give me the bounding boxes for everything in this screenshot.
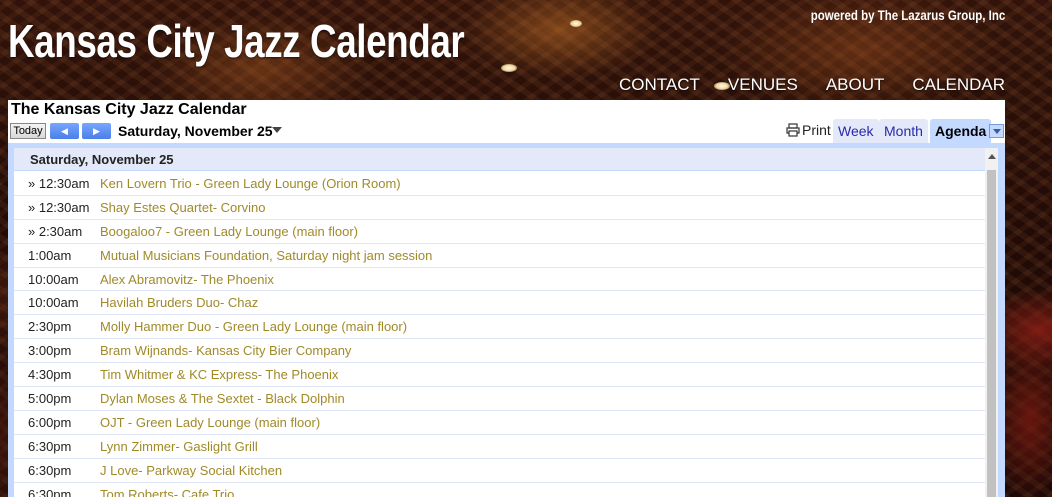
event-time: 5:00pm <box>28 391 72 407</box>
event-time: 4:30pm <box>28 367 72 383</box>
event-time: 3:00pm <box>28 343 72 359</box>
agenda-event-row[interactable]: 6:30pm Tom Roberts- Cafe Trio <box>14 483 990 497</box>
agenda-event-row[interactable]: 6:00pm OJT - Green Lady Lounge (main floo… <box>14 411 990 435</box>
agenda-event-row[interactable]: 1:00am Mutual Musicians Foundation, Satur… <box>14 244 990 268</box>
agenda-event-row[interactable]: 10:00am Alex Abramovitz- The Phoenix <box>14 268 990 292</box>
event-time: 1:00am <box>28 247 72 263</box>
agenda-frame: Saturday, November 25 » 12:30am Ken Lover… <box>8 143 1005 497</box>
ceiling-light <box>570 20 582 27</box>
agenda-day-header: Saturday, November 25 <box>14 148 990 171</box>
event-time: 10:00am <box>28 271 79 287</box>
event-title-link[interactable]: Ken Lovern Trio - Green Lady Lounge (Ori… <box>100 176 401 191</box>
event-title-link[interactable]: Shay Estes Quartet- Corvino <box>100 200 265 215</box>
prev-period-button[interactable]: ◀ <box>50 123 79 139</box>
agenda-event-row[interactable]: 10:00am Havilah Bruders Duo- Chaz <box>14 291 990 316</box>
date-picker-dropdown-icon[interactable] <box>272 127 282 133</box>
event-title-link[interactable]: J Love- Parkway Social Kitchen <box>100 463 282 478</box>
current-date-label[interactable]: Saturday, November 25 <box>118 123 273 139</box>
powered-by-text[interactable]: powered by The Lazarus Group, Inc <box>810 7 1005 23</box>
agenda-event-row[interactable]: 3:00pm Bram Wijnands- Kansas City Bier Co… <box>14 339 990 364</box>
print-button[interactable]: Print <box>786 122 831 138</box>
agenda-event-row[interactable]: 2:30pm Molly Hammer Duo - Green Lady Loun… <box>14 315 990 340</box>
calendar-panel: The Kansas City Jazz Calendar Today ◀ ▶ … <box>8 100 1005 497</box>
site-title[interactable]: Kansas City Jazz Calendar <box>8 14 465 68</box>
main-nav: CONTACT VENUES ABOUT CALENDAR <box>619 75 1005 95</box>
event-title-link[interactable]: OJT - Green Lady Lounge (main floor) <box>100 415 320 430</box>
agenda-event-row[interactable]: 5:00pm Dylan Moses & The Sextet - Black D… <box>14 387 990 411</box>
event-title-link[interactable]: Tim Whitmer & KC Express- The Phoenix <box>100 367 338 382</box>
event-time: 6:30pm <box>28 438 72 454</box>
agenda-event-row[interactable]: 6:30pm J Love- Parkway Social Kitchen <box>14 459 990 483</box>
scroll-up-arrow-icon[interactable] <box>988 154 996 159</box>
event-time: 10:00am <box>28 295 79 311</box>
nav-about[interactable]: ABOUT <box>826 75 885 95</box>
event-time: » 2:30am <box>28 223 83 239</box>
agenda-event-row[interactable]: 4:30pm Tim Whitmer & KC Express- The Phoe… <box>14 363 990 388</box>
nav-calendar[interactable]: CALENDAR <box>912 75 1005 95</box>
event-time: 2:30pm <box>28 319 72 335</box>
event-time: » 12:30am <box>28 176 90 191</box>
event-title-link[interactable]: Dylan Moses & The Sextet - Black Dolphin <box>100 391 345 406</box>
event-title-link[interactable]: Mutual Musicians Foundation, Saturday ni… <box>100 248 432 263</box>
event-time: » 12:30am <box>28 199 90 215</box>
print-label: Print <box>802 122 831 138</box>
nav-venues[interactable]: VENUES <box>728 75 798 95</box>
event-title-link[interactable]: Molly Hammer Duo - Green Lady Lounge (ma… <box>100 319 407 334</box>
event-title-link[interactable]: Bram Wijnands- Kansas City Bier Company <box>100 343 351 358</box>
event-title-link[interactable]: Lynn Zimmer- Gaslight Grill <box>100 439 258 454</box>
event-time: 6:30pm <box>28 486 72 497</box>
today-button[interactable]: Today <box>10 123 46 139</box>
scrollbar-thumb[interactable] <box>987 170 996 497</box>
event-time: 6:00pm <box>28 414 72 430</box>
tab-week[interactable]: Week <box>833 119 879 143</box>
agenda-rows: » 12:30am Ken Lovern Trio - Green Lady Lo… <box>14 172 990 497</box>
ceiling-light <box>501 64 517 72</box>
view-menu-dropdown-icon[interactable] <box>989 124 1004 138</box>
agenda-event-row[interactable]: » 2:30am Boogaloo7 - Green Lady Lounge (m… <box>14 220 990 244</box>
nav-contact[interactable]: CONTACT <box>619 75 700 95</box>
agenda-event-row[interactable]: » 12:30am Ken Lovern Trio - Green Lady Lo… <box>14 172 990 196</box>
next-period-button[interactable]: ▶ <box>82 123 111 139</box>
calendar-title: The Kansas City Jazz Calendar <box>11 101 247 118</box>
event-title-link[interactable]: Alex Abramovitz- The Phoenix <box>100 272 274 287</box>
agenda-event-row[interactable]: 6:30pm Lynn Zimmer- Gaslight Grill <box>14 435 990 459</box>
event-title-link[interactable]: Havilah Bruders Duo- Chaz <box>100 295 258 310</box>
agenda-scrollbar[interactable] <box>985 148 998 497</box>
printer-icon <box>786 123 800 137</box>
event-title-link[interactable]: Boogaloo7 - Green Lady Lounge (main floo… <box>100 224 358 239</box>
agenda-list: Saturday, November 25 » 12:30am Ken Lover… <box>14 148 990 497</box>
agenda-event-row[interactable]: » 12:30am Shay Estes Quartet- Corvino <box>14 196 990 220</box>
tab-month[interactable]: Month <box>879 119 928 143</box>
event-title-link[interactable]: Tom Roberts- Cafe Trio <box>100 487 234 497</box>
event-time: 6:30pm <box>28 462 72 478</box>
tab-agenda[interactable]: Agenda <box>930 119 992 143</box>
